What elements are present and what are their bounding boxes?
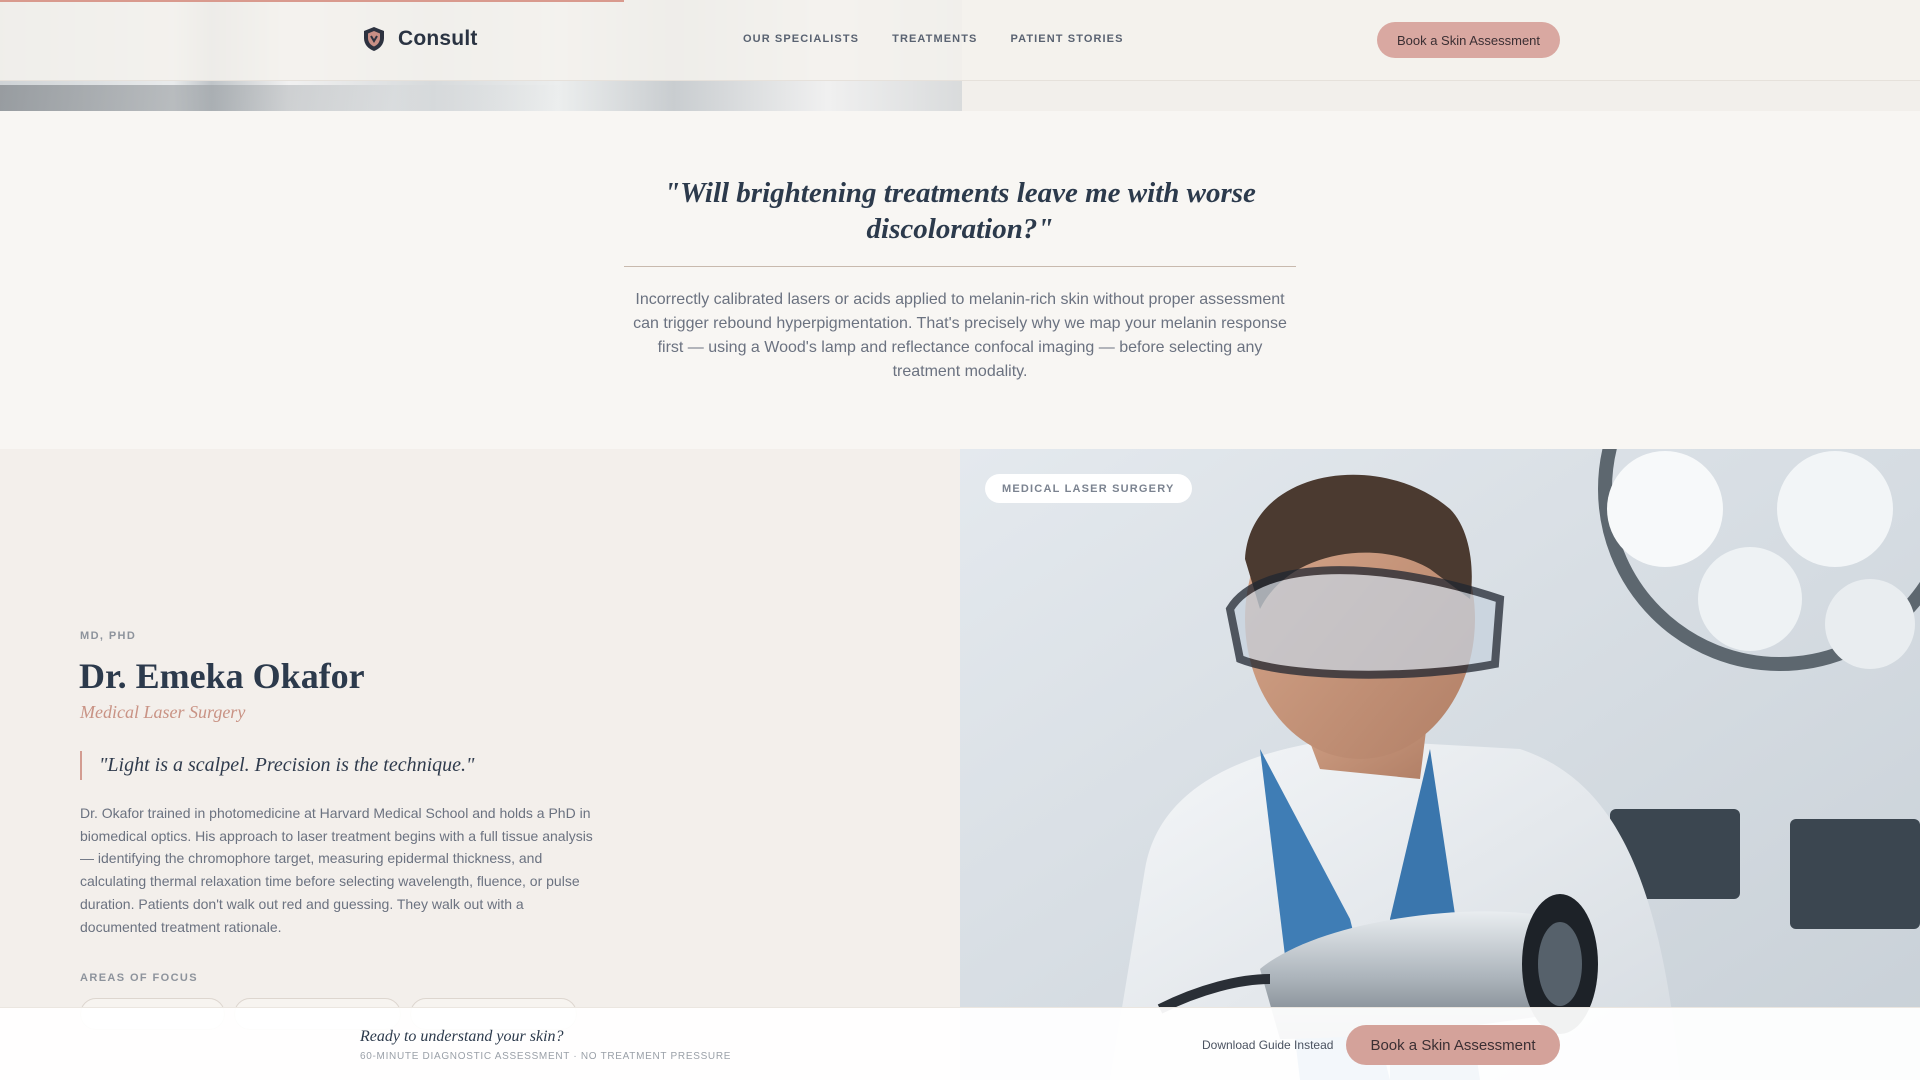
specialist-specialty: Medical Laser Surgery [80, 702, 246, 722]
nav-link-patient-stories[interactable]: PATIENT STORIES [1010, 33, 1123, 45]
download-guide-link[interactable]: Download Guide Instead [1202, 1038, 1333, 1052]
specialty-badge: MEDICAL LASER SURGERY [985, 474, 1192, 503]
nav-link-our-specialists[interactable]: OUR SPECIALISTS [743, 33, 859, 45]
concern-question: "Will brightening treatments leave me wi… [664, 177, 1256, 245]
sticky-book-assessment-button[interactable]: Book a Skin Assessment [1346, 1025, 1560, 1065]
brand-name: Consult [398, 27, 478, 50]
sticky-booking-bar: Ready to understand your skin? 60-MINUTE… [0, 1007, 1920, 1080]
nav-link-treatments[interactable]: TREATMENTS [892, 33, 977, 45]
book-assessment-button[interactable]: Book a Skin Assessment [1377, 22, 1560, 58]
brand-logo[interactable]: Consult [362, 26, 478, 52]
sticky-title: Ready to understand your skin? [360, 1028, 564, 1045]
nav-links: OUR SPECIALISTS TREATMENTS PATIENT STORI… [743, 33, 1124, 45]
specialist-name: Dr. Emeka Okafor [79, 656, 365, 696]
specialist-illustration [960, 449, 1920, 1080]
specialist-bio: Dr. Okafor trained in photomedicine at H… [80, 805, 593, 935]
concern-answer: Incorrectly calibrated lasers or acids a… [633, 291, 1287, 380]
specialist-credentials: MD, PHD [80, 630, 137, 642]
divider [624, 266, 1296, 267]
top-navigation: Consult OUR SPECIALISTS TREATMENTS PATIE… [0, 0, 1920, 81]
concern-section: "Will brightening treatments leave me wi… [0, 111, 1920, 449]
scroll-progress-bar [0, 0, 624, 2]
sticky-subtitle: 60-MINUTE DIAGNOSTIC ASSESSMENT · NO TRE… [360, 1051, 732, 1062]
specialist-photo: MEDICAL LASER SURGERY [960, 449, 1920, 1080]
specialist-profile: MD, PHD Dr. Emeka Okafor Medical Laser S… [0, 449, 1920, 1080]
shield-icon [364, 27, 384, 51]
areas-of-focus-label: AREAS OF FOCUS [80, 972, 198, 984]
specialist-quote: "Light is a scalpel. Precision is the te… [80, 751, 474, 780]
